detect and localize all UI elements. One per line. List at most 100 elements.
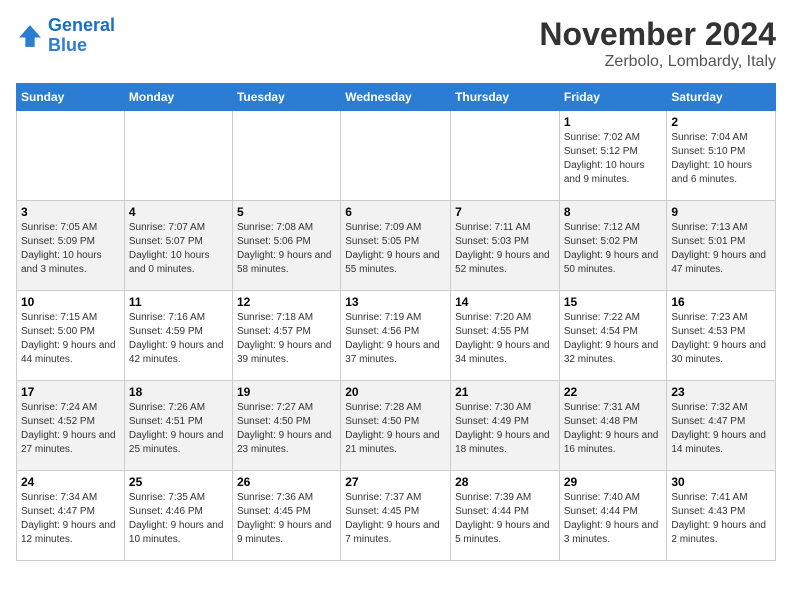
day-number: 7 bbox=[455, 205, 555, 219]
day-info: Sunrise: 7:37 AM Sunset: 4:45 PM Dayligh… bbox=[345, 491, 446, 547]
day-info: Sunrise: 7:19 AM Sunset: 4:56 PM Dayligh… bbox=[345, 311, 446, 367]
logo-general: General bbox=[48, 15, 115, 35]
day-info: Sunrise: 7:09 AM Sunset: 5:05 PM Dayligh… bbox=[345, 221, 446, 277]
day-number: 6 bbox=[345, 205, 446, 219]
calendar-table: SundayMondayTuesdayWednesdayThursdayFrid… bbox=[16, 83, 776, 561]
logo-icon bbox=[16, 22, 44, 50]
day-info: Sunrise: 7:22 AM Sunset: 4:54 PM Dayligh… bbox=[564, 311, 663, 367]
day-info: Sunrise: 7:20 AM Sunset: 4:55 PM Dayligh… bbox=[455, 311, 555, 367]
calendar-cell: 1 Sunrise: 7:02 AM Sunset: 5:12 PM Daylig… bbox=[559, 111, 667, 201]
day-info: Sunrise: 7:16 AM Sunset: 4:59 PM Dayligh… bbox=[129, 311, 228, 367]
calendar-cell: 21Sunrise: 7:30 AM Sunset: 4:49 PM Dayli… bbox=[451, 381, 560, 471]
calendar-cell: 25 Sunrise: 7:35 AM Sunset: 4:46 PM Dayli… bbox=[124, 471, 232, 561]
day-info: Sunrise: 7:13 AM Sunset: 5:01 PM Dayligh… bbox=[671, 221, 771, 277]
weekday-header-wednesday: Wednesday bbox=[341, 84, 451, 111]
calendar-cell: 26 Sunrise: 7:36 AM Sunset: 4:45 PM Dayli… bbox=[232, 471, 340, 561]
calendar-week-4: 17 Sunrise: 7:24 AM Sunset: 4:52 PM Dayli… bbox=[17, 381, 776, 471]
calendar-cell: 14 Sunrise: 7:20 AM Sunset: 4:55 PM Dayli… bbox=[451, 291, 560, 381]
calendar-cell: 3Sunrise: 7:05 AM Sunset: 5:09 PM Daylig… bbox=[17, 201, 125, 291]
day-number: 28 bbox=[455, 475, 555, 489]
calendar-cell: 18Sunrise: 7:26 AM Sunset: 4:51 PM Dayli… bbox=[124, 381, 232, 471]
calendar-week-3: 10 Sunrise: 7:15 AM Sunset: 5:00 PM Dayli… bbox=[17, 291, 776, 381]
day-info: Sunrise: 7:24 AM Sunset: 4:52 PM Dayligh… bbox=[21, 401, 120, 457]
calendar-cell: 17 Sunrise: 7:24 AM Sunset: 4:52 PM Dayli… bbox=[17, 381, 125, 471]
day-number: 18 bbox=[129, 385, 228, 399]
day-info: Sunrise: 7:15 AM Sunset: 5:00 PM Dayligh… bbox=[21, 311, 120, 367]
day-info: Sunrise: 7:36 AM Sunset: 4:45 PM Dayligh… bbox=[237, 491, 336, 547]
day-info: Sunrise: 7:02 AM Sunset: 5:12 PM Dayligh… bbox=[564, 131, 663, 187]
day-number: 17 bbox=[21, 385, 120, 399]
calendar-cell: 22 Sunrise: 7:31 AM Sunset: 4:48 PM Dayli… bbox=[559, 381, 667, 471]
day-number: 19 bbox=[237, 385, 336, 399]
day-info: Sunrise: 7:18 AM Sunset: 4:57 PM Dayligh… bbox=[237, 311, 336, 367]
day-number: 9 bbox=[671, 205, 771, 219]
month-title: November 2024 bbox=[539, 16, 776, 53]
calendar-cell: 13 Sunrise: 7:19 AM Sunset: 4:56 PM Dayli… bbox=[341, 291, 451, 381]
calendar-cell: 19 Sunrise: 7:27 AM Sunset: 4:50 PM Dayli… bbox=[232, 381, 340, 471]
calendar-cell: 6 Sunrise: 7:09 AM Sunset: 5:05 PM Daylig… bbox=[341, 201, 451, 291]
calendar-cell: 8 Sunrise: 7:12 AM Sunset: 5:02 PM Daylig… bbox=[559, 201, 667, 291]
calendar-week-5: 24Sunrise: 7:34 AM Sunset: 4:47 PM Dayli… bbox=[17, 471, 776, 561]
day-info: Sunrise: 7:41 AM Sunset: 4:43 PM Dayligh… bbox=[671, 491, 771, 547]
day-info: Sunrise: 7:27 AM Sunset: 4:50 PM Dayligh… bbox=[237, 401, 336, 457]
calendar-cell: 27Sunrise: 7:37 AM Sunset: 4:45 PM Dayli… bbox=[341, 471, 451, 561]
logo: General Blue bbox=[16, 16, 115, 56]
day-number: 4 bbox=[129, 205, 228, 219]
day-number: 8 bbox=[564, 205, 663, 219]
day-number: 5 bbox=[237, 205, 336, 219]
day-number: 22 bbox=[564, 385, 663, 399]
calendar-cell: 7 Sunrise: 7:11 AM Sunset: 5:03 PM Daylig… bbox=[451, 201, 560, 291]
day-number: 13 bbox=[345, 295, 446, 309]
day-number: 26 bbox=[237, 475, 336, 489]
calendar-cell bbox=[341, 111, 451, 201]
day-info: Sunrise: 7:39 AM Sunset: 4:44 PM Dayligh… bbox=[455, 491, 555, 547]
calendar-cell bbox=[451, 111, 560, 201]
calendar-cell: 2Sunrise: 7:04 AM Sunset: 5:10 PM Daylig… bbox=[667, 111, 776, 201]
day-number: 21 bbox=[455, 385, 555, 399]
day-number: 1 bbox=[564, 115, 663, 129]
day-number: 30 bbox=[671, 475, 771, 489]
calendar-cell: 5Sunrise: 7:08 AM Sunset: 5:06 PM Daylig… bbox=[232, 201, 340, 291]
day-number: 10 bbox=[21, 295, 120, 309]
calendar-cell: 16 Sunrise: 7:23 AM Sunset: 4:53 PM Dayli… bbox=[667, 291, 776, 381]
day-info: Sunrise: 7:11 AM Sunset: 5:03 PM Dayligh… bbox=[455, 221, 555, 277]
day-info: Sunrise: 7:31 AM Sunset: 4:48 PM Dayligh… bbox=[564, 401, 663, 457]
day-number: 14 bbox=[455, 295, 555, 309]
calendar-cell: 24Sunrise: 7:34 AM Sunset: 4:47 PM Dayli… bbox=[17, 471, 125, 561]
weekday-header-sunday: Sunday bbox=[17, 84, 125, 111]
calendar-cell: 29 Sunrise: 7:40 AM Sunset: 4:44 PM Dayli… bbox=[559, 471, 667, 561]
logo-text: General Blue bbox=[48, 16, 115, 56]
day-info: Sunrise: 7:32 AM Sunset: 4:47 PM Dayligh… bbox=[671, 401, 771, 457]
day-number: 16 bbox=[671, 295, 771, 309]
day-number: 23 bbox=[671, 385, 771, 399]
day-info: Sunrise: 7:28 AM Sunset: 4:50 PM Dayligh… bbox=[345, 401, 446, 457]
calendar-cell bbox=[17, 111, 125, 201]
day-number: 12 bbox=[237, 295, 336, 309]
weekday-header-tuesday: Tuesday bbox=[232, 84, 340, 111]
weekday-header-saturday: Saturday bbox=[667, 84, 776, 111]
weekday-header-monday: Monday bbox=[124, 84, 232, 111]
day-info: Sunrise: 7:35 AM Sunset: 4:46 PM Dayligh… bbox=[129, 491, 228, 547]
day-info: Sunrise: 7:12 AM Sunset: 5:02 PM Dayligh… bbox=[564, 221, 663, 277]
calendar-cell: 23 Sunrise: 7:32 AM Sunset: 4:47 PM Dayli… bbox=[667, 381, 776, 471]
calendar-cell: 30 Sunrise: 7:41 AM Sunset: 4:43 PM Dayli… bbox=[667, 471, 776, 561]
day-number: 2 bbox=[671, 115, 771, 129]
calendar-cell: 28 Sunrise: 7:39 AM Sunset: 4:44 PM Dayli… bbox=[451, 471, 560, 561]
day-number: 20 bbox=[345, 385, 446, 399]
calendar-cell: 15 Sunrise: 7:22 AM Sunset: 4:54 PM Dayli… bbox=[559, 291, 667, 381]
weekday-header-friday: Friday bbox=[559, 84, 667, 111]
day-info: Sunrise: 7:40 AM Sunset: 4:44 PM Dayligh… bbox=[564, 491, 663, 547]
day-number: 15 bbox=[564, 295, 663, 309]
title-block: November 2024 Zerbolo, Lombardy, Italy bbox=[539, 16, 776, 71]
day-number: 24 bbox=[21, 475, 120, 489]
day-info: Sunrise: 7:05 AM Sunset: 5:09 PM Dayligh… bbox=[21, 221, 120, 277]
weekday-header-thursday: Thursday bbox=[451, 84, 560, 111]
location: Zerbolo, Lombardy, Italy bbox=[539, 53, 776, 71]
calendar-cell bbox=[124, 111, 232, 201]
day-number: 11 bbox=[129, 295, 228, 309]
calendar-cell bbox=[232, 111, 340, 201]
day-info: Sunrise: 7:23 AM Sunset: 4:53 PM Dayligh… bbox=[671, 311, 771, 367]
day-number: 29 bbox=[564, 475, 663, 489]
calendar-cell: 20 Sunrise: 7:28 AM Sunset: 4:50 PM Dayli… bbox=[341, 381, 451, 471]
day-number: 25 bbox=[129, 475, 228, 489]
